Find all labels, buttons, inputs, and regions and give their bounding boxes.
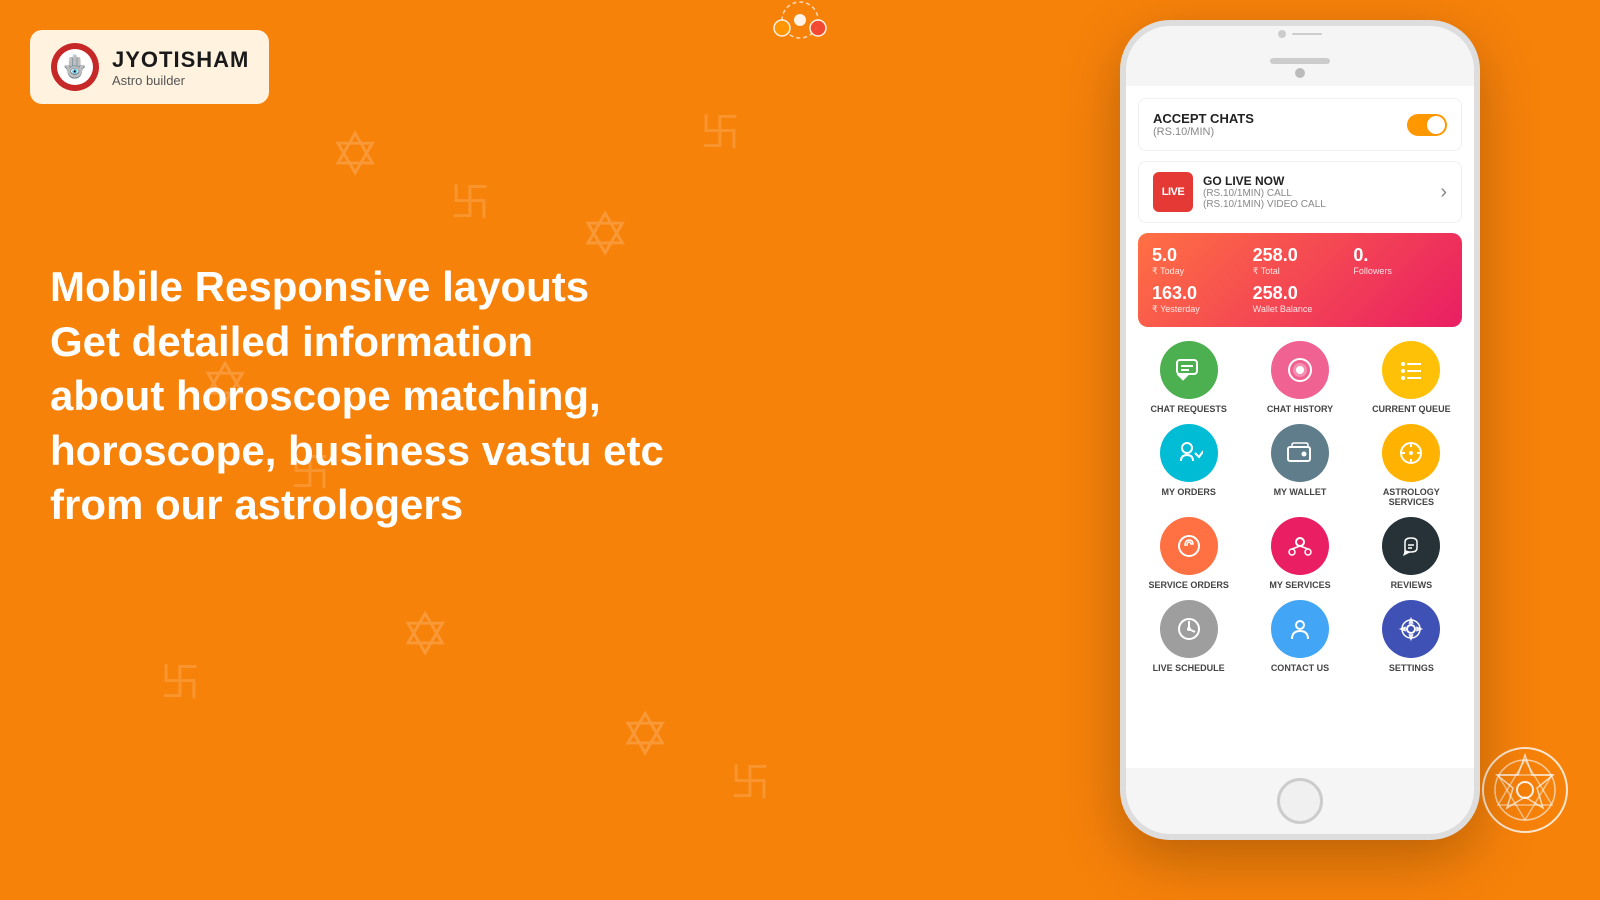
logo-box: 🪬 JYOTISHAM Astro builder bbox=[30, 30, 269, 104]
status-dot bbox=[1278, 30, 1286, 38]
stat-yesterday: 163.0 ₹ Yesterday bbox=[1152, 283, 1247, 315]
menu-circle-settings bbox=[1382, 600, 1440, 658]
hero-line3: about horoscope matching, bbox=[50, 372, 601, 419]
menu-item-settings[interactable]: SETTINGS bbox=[1361, 600, 1462, 673]
phone-container: ACCEPT CHATS (RS.10/MIN) LIVE GO LIVE NO… bbox=[1120, 20, 1480, 840]
menu-circle-service-orders bbox=[1160, 517, 1218, 575]
menu-circle-contact-us bbox=[1271, 600, 1329, 658]
accept-chats-title: ACCEPT CHATS bbox=[1153, 111, 1254, 126]
go-live-line1: (RS.10/1MIN) CALL bbox=[1203, 188, 1326, 199]
chevron-right-icon: › bbox=[1440, 181, 1447, 204]
accept-chats-toggle[interactable] bbox=[1407, 114, 1447, 136]
menu-label-settings: SETTINGS bbox=[1389, 663, 1434, 673]
accept-chats-subtitle: (RS.10/MIN) bbox=[1153, 126, 1254, 138]
menu-label-my-orders: MY ORDERS bbox=[1161, 487, 1215, 497]
status-line bbox=[1292, 33, 1322, 35]
bg-swastika-5: 卐 bbox=[730, 750, 770, 808]
logo-icon: 🪬 bbox=[50, 42, 100, 92]
go-live-left: LIVE GO LIVE NOW (RS.10/1MIN) CALL (RS.1… bbox=[1153, 172, 1326, 212]
go-live-title: GO LIVE NOW bbox=[1203, 174, 1326, 188]
go-live-line2: (RS.10/1MIN) VIDEO CALL bbox=[1203, 199, 1326, 210]
hero-line5: from our astrologers bbox=[50, 481, 463, 528]
stat-today-value: 5.0 bbox=[1152, 245, 1247, 266]
menu-item-astrology-services[interactable]: ASTROLOGY SERVICES bbox=[1361, 424, 1462, 507]
menu-label-chat-requests: CHAT REQUESTS bbox=[1150, 404, 1226, 414]
phone-camera bbox=[1295, 68, 1305, 78]
stat-wallet: 258.0 Wallet Balance bbox=[1253, 283, 1348, 315]
menu-item-my-services[interactable]: MY SERVICES bbox=[1249, 517, 1350, 590]
menu-circle-my-wallet bbox=[1271, 424, 1329, 482]
menu-item-reviews[interactable]: REVIEWS bbox=[1361, 517, 1462, 590]
menu-label-my-wallet: MY WALLET bbox=[1274, 487, 1327, 497]
stat-total-label: ₹ Total bbox=[1253, 266, 1348, 277]
accept-chats-row: ACCEPT CHATS (RS.10/MIN) bbox=[1138, 98, 1462, 151]
stat-today: 5.0 ₹ Today bbox=[1152, 245, 1247, 277]
menu-circle-current-queue bbox=[1382, 341, 1440, 399]
menu-item-chat-requests[interactable]: CHAT REQUESTS bbox=[1138, 341, 1239, 414]
live-badge: LIVE bbox=[1162, 186, 1184, 198]
menu-label-chat-history: CHAT HISTORY bbox=[1267, 404, 1333, 414]
stat-total-value: 258.0 bbox=[1253, 245, 1348, 266]
bg-swastika-3: 卐 bbox=[160, 650, 200, 708]
logo-title: JYOTISHAM bbox=[112, 47, 249, 73]
menu-item-service-orders[interactable]: SERVICE ORDERS bbox=[1138, 517, 1239, 590]
menu-circle-reviews bbox=[1382, 517, 1440, 575]
menu-label-contact-us: CONTACT US bbox=[1271, 663, 1329, 673]
bg-star-4: ✡ bbox=[620, 700, 670, 770]
bg-swastika-4: 卐 bbox=[700, 100, 740, 158]
stat-yesterday-value: 163.0 bbox=[1152, 283, 1247, 304]
hero-line1: Mobile Responsive layouts bbox=[50, 263, 589, 310]
stat-wallet-label: Wallet Balance bbox=[1253, 304, 1348, 314]
menu-label-live-schedule: LIVE SCHEDULE bbox=[1153, 663, 1225, 673]
stats-banner: 5.0 ₹ Today 258.0 ₹ Total 0. Followers 1… bbox=[1138, 233, 1462, 327]
menu-label-current-queue: CURRENT QUEUE bbox=[1372, 404, 1451, 414]
stat-today-label: ₹ Today bbox=[1152, 266, 1247, 277]
phone-outer: ACCEPT CHATS (RS.10/MIN) LIVE GO LIVE NO… bbox=[1120, 20, 1480, 840]
svg-text:🪬: 🪬 bbox=[61, 54, 88, 79]
bg-star-1: ✡ bbox=[330, 120, 380, 190]
live-icon: LIVE bbox=[1153, 172, 1193, 212]
stat-followers-value: 0. bbox=[1353, 245, 1448, 266]
menu-circle-my-orders bbox=[1160, 424, 1218, 482]
menu-circle-chat-history bbox=[1271, 341, 1329, 399]
hero-line4: horoscope, business vastu etc bbox=[50, 427, 664, 474]
hero-content: Mobile Responsive layouts Get detailed i… bbox=[50, 260, 664, 533]
bg-swastika-1: 卐 bbox=[450, 170, 490, 228]
menu-label-reviews: REVIEWS bbox=[1391, 580, 1433, 590]
menu-circle-chat-requests bbox=[1160, 341, 1218, 399]
stat-followers-label: Followers bbox=[1353, 266, 1448, 276]
menu-circle-my-services bbox=[1271, 517, 1329, 575]
menu-label-service-orders: SERVICE ORDERS bbox=[1148, 580, 1228, 590]
right-deco bbox=[1480, 745, 1570, 840]
stat-followers: 0. Followers bbox=[1353, 245, 1448, 277]
menu-item-my-wallet[interactable]: MY WALLET bbox=[1249, 424, 1350, 507]
accept-chats-text: ACCEPT CHATS (RS.10/MIN) bbox=[1153, 111, 1254, 138]
stat-total: 258.0 ₹ Total bbox=[1253, 245, 1348, 277]
menu-label-my-services: MY SERVICES bbox=[1269, 580, 1330, 590]
menu-item-live-schedule[interactable]: LIVE SCHEDULE bbox=[1138, 600, 1239, 673]
phone-speaker bbox=[1270, 58, 1330, 64]
menu-item-current-queue[interactable]: CURRENT QUEUE bbox=[1361, 341, 1462, 414]
stat-wallet-value: 258.0 bbox=[1253, 283, 1348, 304]
menu-item-chat-history[interactable]: CHAT HISTORY bbox=[1249, 341, 1350, 414]
logo-subtitle: Astro builder bbox=[112, 73, 249, 88]
menu-circle-astrology-services bbox=[1382, 424, 1440, 482]
phone-screen: ACCEPT CHATS (RS.10/MIN) LIVE GO LIVE NO… bbox=[1126, 86, 1474, 768]
stat-yesterday-label: ₹ Yesterday bbox=[1152, 304, 1247, 315]
menu-item-contact-us[interactable]: CONTACT US bbox=[1249, 600, 1350, 673]
top-center-deco bbox=[750, 0, 850, 65]
bg-star-2: ✡ bbox=[400, 600, 450, 670]
menu-circle-live-schedule bbox=[1160, 600, 1218, 658]
phone-status-bar bbox=[1278, 26, 1322, 40]
logo-text: JYOTISHAM Astro builder bbox=[112, 47, 249, 88]
phone-home-button[interactable] bbox=[1277, 778, 1323, 824]
go-live-row[interactable]: LIVE GO LIVE NOW (RS.10/1MIN) CALL (RS.1… bbox=[1138, 161, 1462, 223]
go-live-text: GO LIVE NOW (RS.10/1MIN) CALL (RS.10/1MI… bbox=[1203, 174, 1326, 210]
menu-item-my-orders[interactable]: MY ORDERS bbox=[1138, 424, 1239, 507]
menu-label-astrology-services: ASTROLOGY SERVICES bbox=[1361, 487, 1462, 507]
menu-grid: CHAT REQUESTS CHAT HISTORY CURRENT QUEUE MY… bbox=[1138, 337, 1462, 677]
hero-line2: Get detailed information bbox=[50, 318, 533, 365]
